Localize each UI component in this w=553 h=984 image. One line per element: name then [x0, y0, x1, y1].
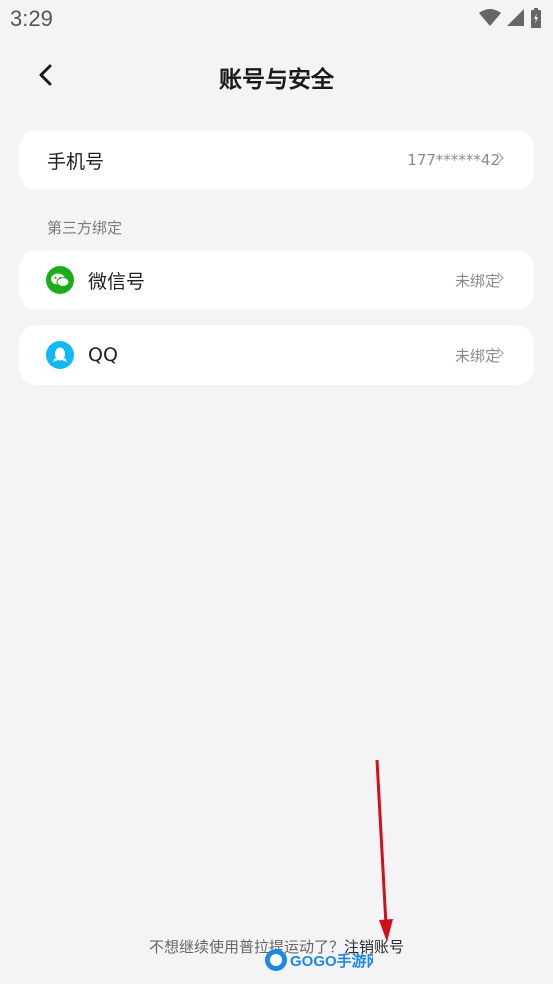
section-label-third-party: 第三方绑定	[47, 219, 123, 237]
signal-icon	[507, 9, 524, 26]
status-icons	[479, 8, 541, 28]
phone-value: 177******42	[407, 151, 500, 169]
wechat-icon	[46, 266, 74, 294]
qq-row[interactable]: QQ 未绑定	[19, 325, 534, 385]
wechat-row[interactable]: 微信号 未绑定	[19, 250, 534, 310]
page-title: 账号与安全	[219, 67, 334, 93]
nav-bar: 账号与安全	[0, 50, 553, 100]
wechat-status: 未绑定	[454, 271, 500, 290]
qq-icon	[46, 341, 74, 369]
qq-status: 未绑定	[454, 346, 500, 365]
phone-label: 手机号	[47, 150, 105, 173]
watermark: GOGO手游网	[263, 946, 382, 974]
battery-icon	[531, 8, 541, 28]
wifi-icon	[479, 9, 501, 26]
status-bar: 3:29	[0, 0, 553, 40]
qq-label: QQ	[88, 344, 118, 366]
status-time: 3:29	[10, 6, 53, 31]
watermark-text: GOGO手游网	[290, 952, 373, 970]
phone-row[interactable]: 手机号 177******42	[19, 130, 534, 190]
wechat-label: 微信号	[88, 270, 146, 293]
